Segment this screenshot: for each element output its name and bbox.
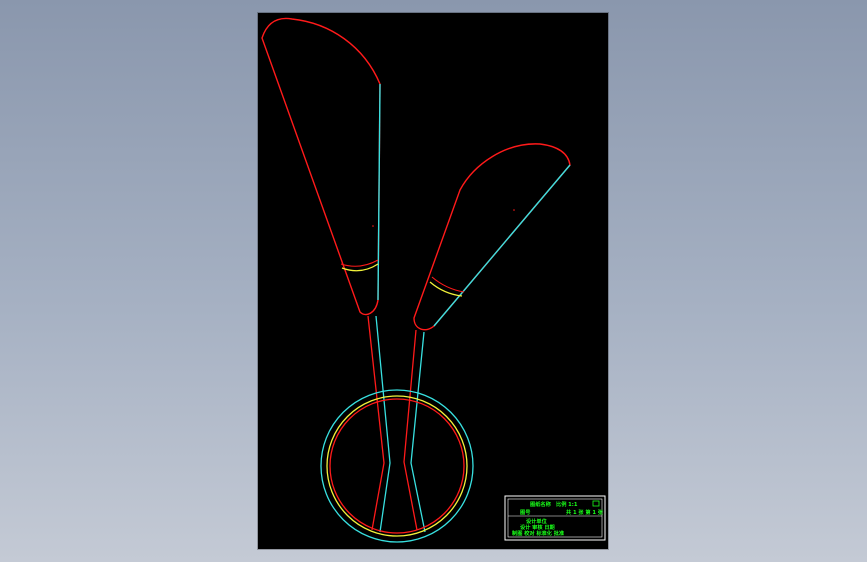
title-block-row1-left: 图纸名称 xyxy=(530,500,552,508)
base-ring xyxy=(320,389,474,543)
base-ring-outer-cyan xyxy=(320,389,474,543)
title-block-row2-right: 共 1 张 第 1 张 xyxy=(566,508,604,516)
left-stem-red xyxy=(367,315,385,531)
title-block-row3: 设计单位 xyxy=(526,517,548,525)
right-leaf-band xyxy=(429,281,463,297)
title-block-row2-left: 图号 xyxy=(520,508,530,516)
cad-drawing: 图纸名称 比例 1:1 图号 共 1 张 第 1 张 设计单位 设计 审核 日期… xyxy=(261,17,606,543)
marker-dot xyxy=(372,225,374,227)
left-leaf xyxy=(261,17,381,316)
stems xyxy=(367,315,426,533)
title-block: 图纸名称 比例 1:1 图号 共 1 张 第 1 张 设计单位 设计 审核 日期… xyxy=(504,495,606,541)
title-block-row1-mid: 比例 1:1 xyxy=(556,500,578,508)
title-block-row5: 制图 校对 标准化 批准 xyxy=(512,529,565,537)
base-ring-inner-red xyxy=(329,398,465,534)
right-leaf-cyan-edge xyxy=(433,164,571,327)
right-stem-red xyxy=(403,329,418,531)
marker-dot xyxy=(513,209,515,211)
left-leaf-band-red xyxy=(340,259,379,267)
right-leaf xyxy=(413,143,571,331)
left-leaf-cyan-edge xyxy=(377,83,381,301)
right-leaf-band-red xyxy=(431,276,465,293)
title-block-row4: 设计 审核 日期 xyxy=(520,523,555,531)
base-ring-yellow xyxy=(326,395,468,537)
left-leaf-band xyxy=(341,263,379,272)
right-leaf-red-outline xyxy=(413,143,571,331)
